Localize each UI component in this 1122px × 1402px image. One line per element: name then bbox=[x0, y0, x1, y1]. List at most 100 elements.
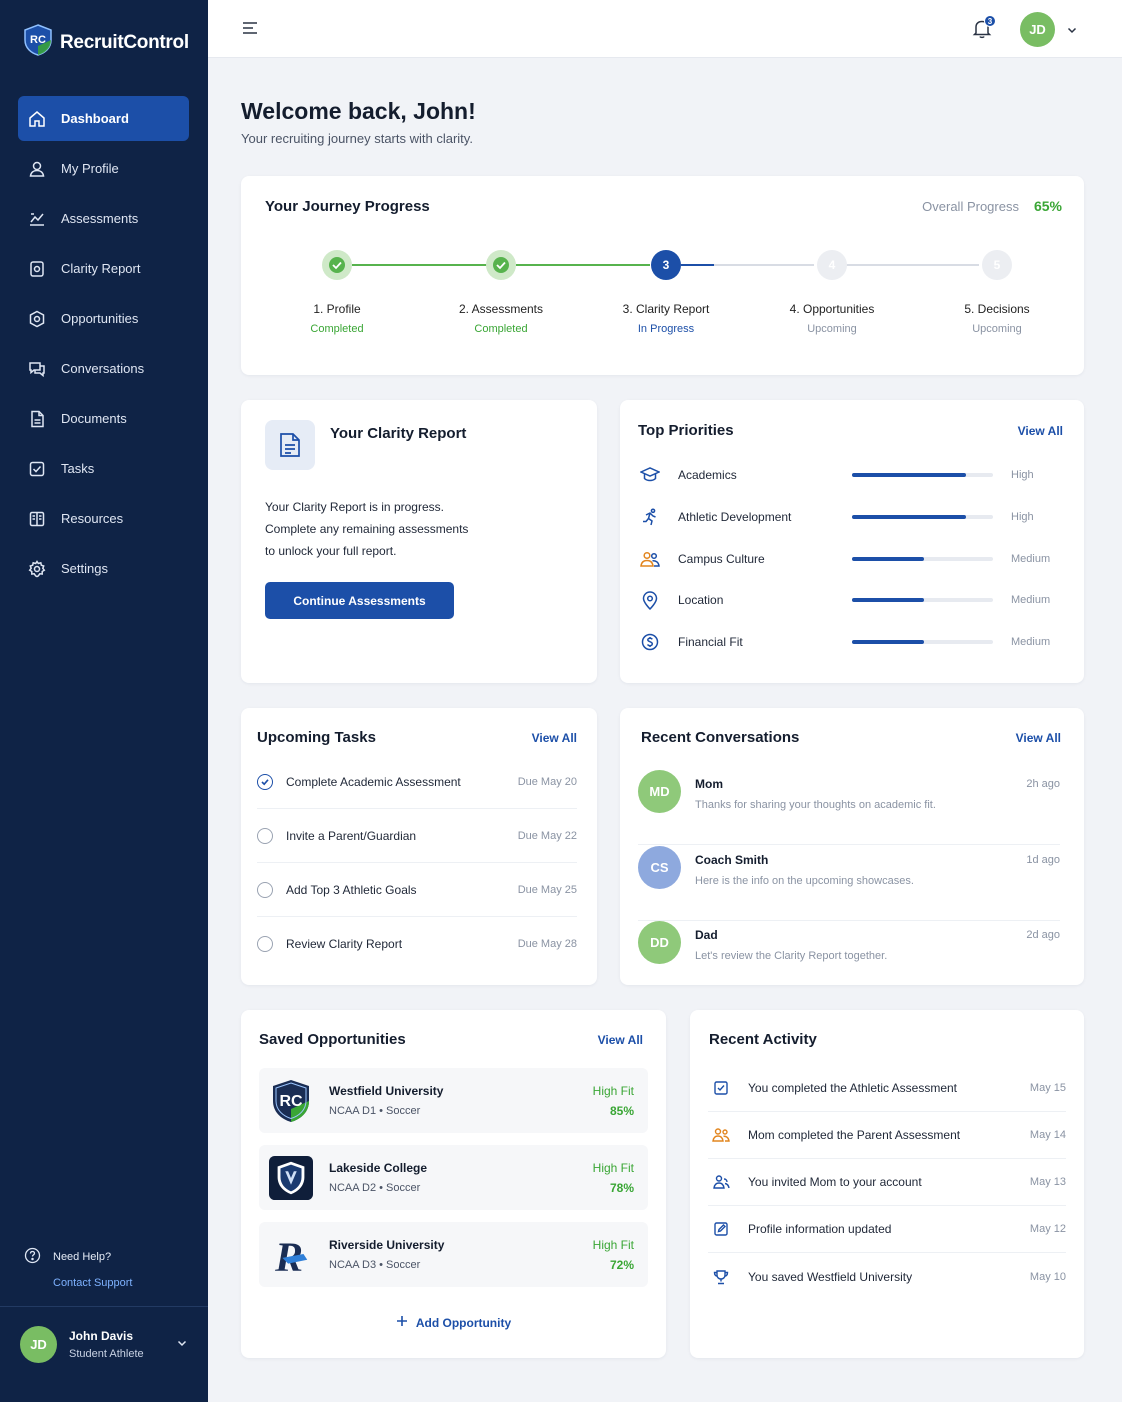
help-title: Need Help? bbox=[53, 1251, 112, 1263]
circle-icon[interactable] bbox=[257, 827, 273, 844]
clarity-description: Your Clarity Report is in progress. Comp… bbox=[265, 500, 469, 558]
edit-icon bbox=[708, 1216, 734, 1242]
sidebar-user[interactable]: JD John Davis Student Athlete bbox=[20, 1326, 188, 1363]
view-all-link[interactable]: View All bbox=[532, 731, 577, 745]
priority-level: Medium bbox=[1011, 553, 1051, 565]
priority-label: Location bbox=[678, 593, 724, 607]
fit-percent: 72% bbox=[609, 1257, 634, 1272]
sidebar-item-label: Tasks bbox=[61, 461, 95, 476]
sidebar-item-assessments[interactable]: Assessments bbox=[18, 196, 189, 241]
overall-progress-label: Overall Progress bbox=[922, 199, 1019, 214]
sidebar-item-conversations[interactable]: Conversations bbox=[18, 346, 189, 391]
priority-label: Academics bbox=[678, 468, 737, 482]
svg-text:RC: RC bbox=[30, 34, 46, 46]
sidebar-item-resources[interactable]: Resources bbox=[18, 496, 189, 541]
step-label: 2. Assessments bbox=[458, 302, 544, 316]
journey-progress-card: Your Journey Progress Overall Progress 6… bbox=[241, 176, 1084, 375]
document-icon bbox=[265, 420, 315, 470]
priority-level: High bbox=[1011, 511, 1034, 523]
task-item[interactable]: Invite a Parent/Guardian Due May 22 bbox=[257, 809, 577, 863]
opportunity-name: Lakeside College bbox=[329, 1161, 428, 1175]
step-status: Completed bbox=[474, 323, 528, 335]
step-status: Completed bbox=[310, 323, 364, 335]
sidebar-item-tasks[interactable]: Tasks bbox=[18, 446, 189, 491]
opportunity-meta: NCAA D1 • Soccer bbox=[329, 1105, 421, 1117]
task-item[interactable]: Review Clarity Report Due May 28 bbox=[257, 917, 577, 971]
check-icon bbox=[486, 250, 516, 280]
avatar: JD bbox=[20, 1326, 57, 1363]
gear-icon bbox=[28, 559, 46, 578]
menu-icon[interactable] bbox=[242, 21, 258, 40]
avatar: MD bbox=[638, 770, 681, 813]
journey-step-assessments[interactable]: 2. Assessments Completed bbox=[436, 250, 566, 335]
people-icon bbox=[638, 547, 662, 571]
card-title: Upcoming Tasks bbox=[257, 729, 376, 746]
activity-date: May 13 bbox=[1029, 1176, 1066, 1188]
sidebar-item-label: Dashboard bbox=[61, 111, 129, 126]
svg-text:RC: RC bbox=[279, 1093, 303, 1110]
sidebar-item-documents[interactable]: Documents bbox=[18, 396, 189, 441]
step-number: 4 bbox=[817, 250, 847, 280]
priority-row: Financial Fit Medium bbox=[638, 630, 1058, 654]
conversation-item[interactable]: CS Coach Smith Here is the info on the u… bbox=[638, 846, 1060, 921]
priority-row: Location Medium bbox=[638, 588, 1058, 612]
view-all-link[interactable]: View All bbox=[1016, 731, 1061, 745]
chat-icon bbox=[28, 360, 46, 378]
sidebar-item-opportunities[interactable]: Opportunities bbox=[18, 296, 189, 341]
view-all-link[interactable]: View All bbox=[598, 1033, 643, 1047]
logo-icon: RC bbox=[24, 24, 52, 61]
journey-step-decisions[interactable]: 5 5. Decisions Upcoming bbox=[932, 250, 1062, 335]
fit-label: High Fit bbox=[592, 1160, 634, 1175]
sidebar-item-clarity-report[interactable]: Clarity Report bbox=[18, 246, 189, 291]
chart-icon bbox=[28, 210, 46, 228]
brand[interactable]: RC RecruitControl bbox=[24, 24, 189, 61]
westfield-logo-icon: RC bbox=[269, 1079, 313, 1123]
conversation-item[interactable]: DD Dad Let's review the Clarity Report t… bbox=[638, 921, 1060, 996]
avatar[interactable]: JD bbox=[1020, 12, 1055, 47]
priority-bar bbox=[852, 515, 993, 519]
activity-date: May 12 bbox=[1029, 1223, 1066, 1235]
opportunity-item[interactable]: Lakeside College NCAA D2 • Soccer High F… bbox=[259, 1145, 648, 1210]
page-subtitle: Your recruiting journey starts with clar… bbox=[241, 131, 473, 146]
activity-date: May 10 bbox=[1029, 1270, 1066, 1283]
conversation-time: 1d ago bbox=[1026, 854, 1060, 866]
activity-item: You completed the Athletic Assessment Ma… bbox=[708, 1065, 1066, 1112]
contact-support-link[interactable]: Contact Support bbox=[53, 1277, 133, 1289]
conversation-item[interactable]: MD Mom Thanks for sharing your thoughts … bbox=[638, 770, 1060, 845]
check-circle-icon[interactable] bbox=[257, 773, 273, 790]
sidebar-item-my-profile[interactable]: My Profile bbox=[18, 146, 189, 191]
invite-icon bbox=[708, 1169, 734, 1195]
chevron-down-icon[interactable] bbox=[176, 1336, 188, 1354]
journey-step-clarity-report[interactable]: 3 3. Clarity Report In Progress bbox=[601, 250, 731, 335]
journey-step-profile[interactable]: 1. Profile Completed bbox=[272, 250, 402, 335]
opportunity-meta: NCAA D2 • Soccer bbox=[329, 1182, 421, 1194]
circle-icon[interactable] bbox=[257, 936, 273, 952]
opportunity-item[interactable]: RC Westfield University NCAA D1 • Soccer… bbox=[259, 1068, 648, 1133]
opportunity-item[interactable]: R Riverside University NCAA D3 • Soccer … bbox=[259, 1222, 648, 1287]
priority-bar bbox=[852, 557, 993, 561]
runner-icon bbox=[638, 505, 662, 529]
family-icon bbox=[708, 1122, 734, 1148]
task-due-date: Due May 25 bbox=[517, 883, 577, 896]
user-name: John Davis bbox=[69, 1329, 134, 1343]
sidebar-item-label: Resources bbox=[61, 511, 124, 526]
circle-icon[interactable] bbox=[257, 881, 273, 898]
task-item[interactable]: Add Top 3 Athletic Goals Due May 25 bbox=[257, 863, 577, 917]
add-opportunity-button[interactable]: Add Opportunity bbox=[241, 1314, 666, 1332]
chevron-down-icon[interactable] bbox=[1066, 23, 1078, 41]
opportunity-name: Riverside University bbox=[329, 1238, 445, 1252]
continue-assessments-button[interactable]: Continue Assessments bbox=[265, 582, 454, 619]
sidebar-item-label: Conversations bbox=[61, 361, 145, 376]
activity-label: You invited Mom to your account bbox=[748, 1175, 922, 1189]
task-item[interactable]: Complete Academic Assessment Due May 20 bbox=[257, 755, 577, 809]
sidebar-item-dashboard[interactable]: Dashboard bbox=[18, 96, 189, 141]
clarity-report-card: Your Clarity Report Your Clarity Report … bbox=[241, 400, 597, 683]
check-icon bbox=[322, 250, 352, 280]
task-due-date: Due May 20 bbox=[517, 775, 577, 788]
view-all-link[interactable]: View All bbox=[1018, 424, 1063, 438]
journey-step-opportunities[interactable]: 4 4. Opportunities Upcoming bbox=[767, 250, 897, 335]
sidebar-item-settings[interactable]: Settings bbox=[18, 546, 189, 591]
fit-percent: 78% bbox=[609, 1180, 634, 1195]
dollar-icon bbox=[638, 630, 662, 654]
priority-bar-fill bbox=[852, 515, 967, 519]
